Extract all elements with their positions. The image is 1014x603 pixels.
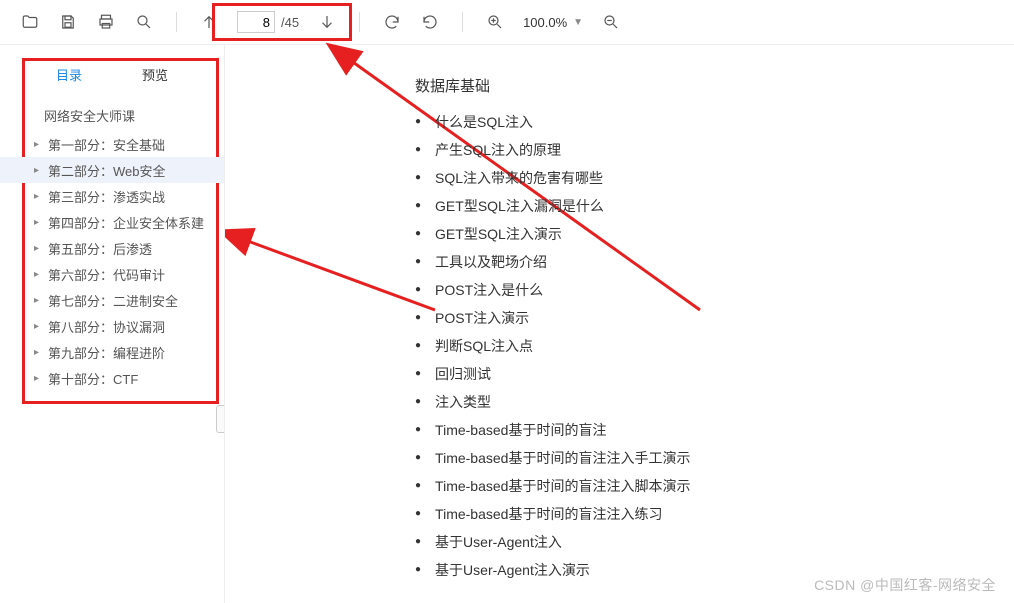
expand-icon[interactable]: ▸ (34, 165, 44, 176)
content-bullet: Time-based基于时间的盲注注入脚本演示 (415, 472, 1014, 500)
outline-item-label: 第五部分：后渗透 (48, 239, 152, 258)
tab-preview[interactable]: 预览 (134, 61, 176, 88)
content-bullet: Time-based基于时间的盲注 (415, 416, 1014, 444)
outline-item[interactable]: ▸ 第二部分：Web安全 (0, 157, 224, 183)
outline-item[interactable]: ▸ 第三部分：渗透实战 (0, 183, 224, 209)
sidebar: 目录 预览 网络安全大师课 ▸ 第一部分：安全基础 ▸ 第二部分：Web安全 ▸ 第三部分… (0, 45, 225, 603)
content-bullet: 基于User-Agent注入 (415, 528, 1014, 556)
outline-item[interactable]: ▸ 第八部分：协议漏洞 (0, 313, 224, 339)
divider (176, 12, 177, 32)
expand-icon[interactable]: ▸ (34, 139, 44, 150)
outline-item[interactable]: ▸ 第五部分：后渗透 (0, 235, 224, 261)
watermark: CSDN @中国红客-网络安全 (814, 575, 996, 595)
expand-icon[interactable]: ▸ (34, 191, 44, 202)
tab-outline[interactable]: 目录 (48, 61, 90, 88)
rotate-ccw-icon[interactable] (420, 12, 440, 32)
page-up-icon[interactable] (199, 12, 219, 32)
toolbar: /45 100.0% ▼ (0, 0, 1014, 45)
content-bullet: SQL注入带来的危害有哪些 (415, 164, 1014, 192)
outline-tree: ▸ 第一部分：安全基础 ▸ 第二部分：Web安全 ▸ 第三部分：渗透实战 ▸ 第四部分：企业安… (0, 131, 224, 391)
search-icon[interactable] (134, 12, 154, 32)
sidebar-tabs: 目录 预览 (0, 61, 224, 94)
content-bullet: POST注入演示 (415, 304, 1014, 332)
page-down-icon[interactable] (317, 12, 337, 32)
content-bullet: 什么是SQL注入 (415, 108, 1014, 136)
outline-item-label: 第九部分：编程进阶 (48, 343, 165, 362)
outline-item-label: 第十部分：CTF (48, 369, 138, 388)
outline-item[interactable]: ▸ 第一部分：安全基础 (0, 131, 224, 157)
main: 目录 预览 网络安全大师课 ▸ 第一部分：安全基础 ▸ 第二部分：Web安全 ▸ 第三部分… (0, 45, 1014, 603)
page-indicator: /45 (237, 11, 299, 33)
outline-item-label: 第四部分：企业安全体系建 (48, 213, 204, 232)
chevron-down-icon: ▼ (573, 17, 583, 28)
outline-item-label: 第八部分：协议漏洞 (48, 317, 165, 336)
expand-icon[interactable]: ▸ (34, 373, 44, 384)
expand-icon[interactable]: ▸ (34, 295, 44, 306)
content-bullet: Time-based基于时间的盲注注入手工演示 (415, 444, 1014, 472)
expand-icon[interactable]: ▸ (34, 243, 44, 254)
outline-item[interactable]: ▸ 第六部分：代码审计 (0, 261, 224, 287)
folder-icon[interactable] (20, 12, 40, 32)
content-bullet: 注入类型 (415, 388, 1014, 416)
content-bullet: 回归测试 (415, 360, 1014, 388)
zoom-out-icon[interactable] (601, 12, 621, 32)
content-bullet: 产生SQL注入的原理 (415, 136, 1014, 164)
content-bullet: 判断SQL注入点 (415, 332, 1014, 360)
zoom-in-icon[interactable] (485, 12, 505, 32)
print-icon[interactable] (96, 12, 116, 32)
outline-item-label: 第二部分：Web安全 (48, 161, 166, 180)
zoom-display[interactable]: 100.0% ▼ (523, 15, 583, 30)
outline-item-label: 第七部分：二进制安全 (48, 291, 178, 310)
outline-item-label: 第六部分：代码审计 (48, 265, 165, 284)
outline-item[interactable]: ▸ 第十部分：CTF (0, 365, 224, 391)
expand-icon[interactable]: ▸ (34, 347, 44, 358)
zoom-value: 100.0% (523, 15, 567, 30)
outline-item-label: 第一部分：安全基础 (48, 135, 165, 154)
outline-item[interactable]: ▸ 第四部分：企业安全体系建 (0, 209, 224, 235)
sidebar-resize-handle[interactable] (216, 405, 224, 433)
page-input[interactable] (237, 11, 275, 33)
content-heading: 数据库基础 (415, 75, 1014, 96)
expand-icon[interactable]: ▸ (34, 217, 44, 228)
document-content: 数据库基础 什么是SQL注入产生SQL注入的原理SQL注入带来的危害有哪些GET… (225, 45, 1014, 603)
content-bullet-list: 什么是SQL注入产生SQL注入的原理SQL注入带来的危害有哪些GET型SQL注入… (415, 108, 1014, 584)
save-icon[interactable] (58, 12, 78, 32)
content-bullet: POST注入是什么 (415, 276, 1014, 304)
divider (462, 12, 463, 32)
content-bullet: Time-based基于时间的盲注注入练习 (415, 500, 1014, 528)
outline-root-title[interactable]: 网络安全大师课 (0, 94, 224, 131)
content-bullet: GET型SQL注入演示 (415, 220, 1014, 248)
outline-item[interactable]: ▸ 第九部分：编程进阶 (0, 339, 224, 365)
divider (359, 12, 360, 32)
content-bullet: GET型SQL注入漏洞是什么 (415, 192, 1014, 220)
outline-item-label: 第三部分：渗透实战 (48, 187, 165, 206)
content-bullet: 工具以及靶场介绍 (415, 248, 1014, 276)
rotate-cw-icon[interactable] (382, 12, 402, 32)
expand-icon[interactable]: ▸ (34, 321, 44, 332)
page-total: /45 (281, 15, 299, 30)
expand-icon[interactable]: ▸ (34, 269, 44, 280)
outline-item[interactable]: ▸ 第七部分：二进制安全 (0, 287, 224, 313)
